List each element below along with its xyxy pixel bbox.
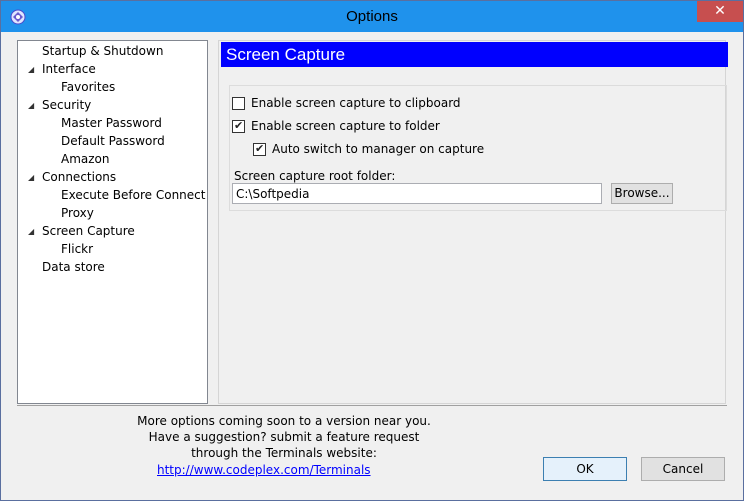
expanded-triangle-icon[interactable]: ◢ [28, 228, 36, 236]
tree-item-label: Execute Before Connect [61, 188, 206, 202]
footer-separator [17, 405, 727, 406]
footer-message: More options coming soon to a version ne… [109, 413, 459, 461]
tree-item-interface[interactable]: Interface [42, 60, 96, 78]
cancel-button[interactable]: Cancel [641, 457, 725, 481]
tree-item-flickr[interactable]: Flickr [61, 240, 93, 258]
tree-item-master-password[interactable]: Master Password [61, 114, 162, 132]
tree-item-label: Interface [42, 62, 96, 76]
checkmark-icon: ✔ [255, 142, 265, 155]
footer-line-3: through the Terminals website: [191, 446, 377, 460]
close-button[interactable]: ✕ [697, 1, 743, 22]
panel-header: Screen Capture [221, 42, 728, 67]
client-area: Startup & Shutdown ◢ Interface Favorites… [9, 32, 735, 494]
ok-button[interactable]: OK [543, 457, 627, 481]
tree-item-connections[interactable]: Connections [42, 168, 116, 186]
footer-line-1: More options coming soon to a version ne… [137, 414, 431, 428]
tree-item-label: Default Password [61, 134, 165, 148]
auto-switch-checkbox[interactable]: ✔ [253, 142, 266, 156]
terminals-website-link[interactable]: http://www.codeplex.com/Terminals [157, 463, 371, 477]
tree-item-label: Security [42, 98, 92, 112]
tree-item-label: Favorites [61, 80, 116, 94]
window-title: Options [346, 8, 398, 25]
tree-item-favorites[interactable]: Favorites [61, 78, 115, 96]
tree-item-data-store[interactable]: Data store [42, 258, 105, 276]
settings-panel: Screen Capture Enable screen capture to … [218, 40, 728, 404]
footer-line-2: Have a suggestion? submit a feature requ… [148, 430, 420, 444]
expanded-triangle-icon[interactable]: ◢ [28, 66, 36, 74]
tree-item-label: Master Password [61, 116, 162, 130]
title-bar[interactable]: Options ✕ [1, 1, 743, 32]
root-folder-input[interactable] [232, 183, 602, 204]
folder-checkbox-label: Enable screen capture to folder [251, 119, 440, 133]
root-folder-label: Screen capture root folder: [234, 169, 396, 183]
folder-checkbox[interactable]: ✔ [232, 119, 245, 133]
tree-item-security[interactable]: Security [42, 96, 91, 114]
tree-item-label: Data store [42, 260, 105, 274]
options-tree[interactable]: Startup & Shutdown ◢ Interface Favorites… [17, 40, 208, 404]
tree-item-label: Flickr [61, 242, 94, 256]
browse-button[interactable]: Browse... [611, 183, 673, 204]
tree-item-label: Startup & Shutdown [42, 44, 164, 58]
tree-item-startup-shutdown[interactable]: Startup & Shutdown [42, 42, 163, 60]
tree-item-screen-capture[interactable]: Screen Capture [42, 222, 135, 240]
tree-item-default-password[interactable]: Default Password [61, 132, 165, 150]
tree-item-proxy[interactable]: Proxy [61, 204, 94, 222]
checkmark-icon: ✔ [234, 119, 244, 132]
tree-item-execute-before-connect[interactable]: Execute Before Connect [61, 186, 205, 204]
tree-item-label: Screen Capture [42, 224, 135, 238]
tree-item-label: Proxy [61, 206, 94, 220]
options-window: Options ✕ Startup & Shutdown ◢ Interface… [0, 0, 744, 501]
capture-options-group: Enable screen capture to clipboard ✔ Ena… [229, 85, 727, 211]
tree-item-label: Connections [42, 170, 117, 184]
tree-item-label: Amazon [61, 152, 110, 166]
clipboard-checkbox[interactable] [232, 97, 245, 110]
expanded-triangle-icon[interactable]: ◢ [28, 174, 36, 182]
expanded-triangle-icon[interactable]: ◢ [28, 102, 36, 110]
tree-item-amazon[interactable]: Amazon [61, 150, 110, 168]
clipboard-checkbox-label: Enable screen capture to clipboard [251, 96, 461, 110]
auto-switch-checkbox-label: Auto switch to manager on capture [272, 142, 485, 156]
close-icon: ✕ [714, 3, 726, 19]
